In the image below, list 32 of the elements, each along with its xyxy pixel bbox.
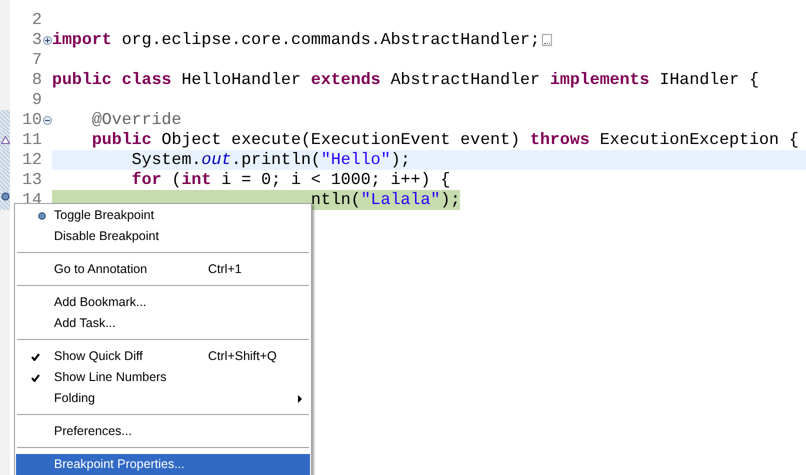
line-number: 12 — [21, 150, 42, 170]
breakpoint-icon — [1, 192, 10, 201]
line-number: 8 — [31, 70, 42, 90]
line-number: 3 — [31, 30, 42, 50]
code-line: for (int i = 0; i < 1000; i++) { — [130, 170, 450, 190]
line-number: 2 — [31, 10, 42, 30]
menu-item[interactable]: Add Task... — [16, 313, 310, 334]
expand-icon[interactable] — [42, 36, 52, 44]
line-number: 13 — [21, 170, 42, 190]
code-line: System.out.println("Hello"); — [130, 150, 411, 170]
code-line: public class HelloHandler extends AbstractHandler implements IHandler { — [52, 70, 760, 90]
menu-item[interactable]: Folding — [16, 388, 310, 409]
menu-item[interactable]: Disable Breakpoint — [16, 226, 310, 247]
line-number: 10 — [21, 110, 42, 130]
line-number: 7 — [31, 50, 42, 70]
code-line: public Object execute(ExecutionEvent event) throws ExecutionException { — [90, 130, 799, 150]
menu-item[interactable]: Show Line Numbers — [16, 367, 310, 388]
menu-item[interactable]: Breakpoint Properties... — [16, 454, 310, 475]
checkmark-icon — [30, 352, 40, 360]
code-line: @Override — [90, 110, 182, 130]
menu-item[interactable]: Show Quick Diff Ctrl+Shift+Q — [16, 346, 310, 367]
breakpoint-icon — [38, 212, 46, 220]
line-number: 9 — [31, 90, 42, 110]
submenu-arrow-icon — [298, 395, 302, 403]
checkmark-icon — [30, 374, 40, 382]
code-line: import org.eclipse.core.commands.AbstractHandler; — [52, 30, 540, 50]
line-number: 11 — [21, 130, 42, 150]
menu-item[interactable]: Preferences... — [16, 421, 310, 442]
menu-item[interactable]: Add Bookmark... — [16, 292, 310, 313]
collapsed-code-icon[interactable] — [542, 34, 552, 46]
menu-item[interactable]: Go to Annotation Ctrl+1 — [16, 259, 310, 280]
collapse-icon[interactable] — [42, 116, 52, 124]
